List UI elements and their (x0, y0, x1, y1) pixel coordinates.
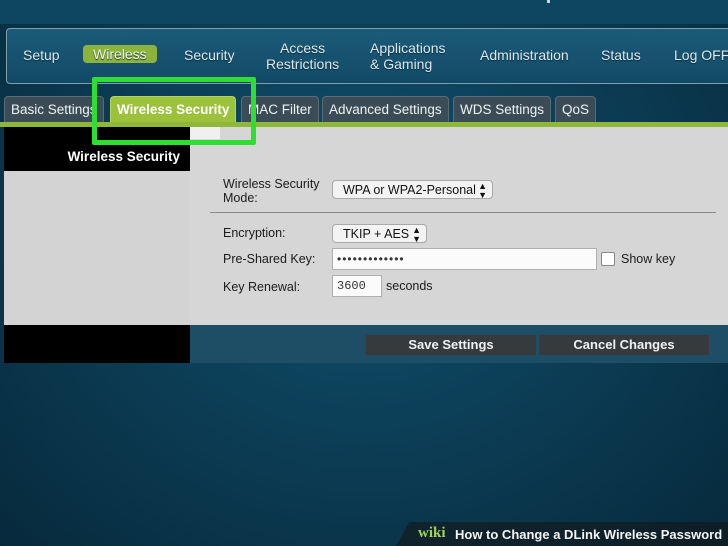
nav-access-restrictions[interactable]: Access Restrictions (266, 40, 339, 72)
cancel-changes-button[interactable]: Cancel Changes (539, 335, 709, 355)
psk-label: Pre-Shared Key: (223, 252, 316, 266)
tab-qos[interactable]: QoS (555, 96, 597, 122)
nav-security[interactable]: Security (184, 47, 235, 63)
security-mode-value: WPA or WPA2-Personal (343, 183, 476, 197)
tab-advanced-settings[interactable]: Advanced Settings (322, 96, 449, 122)
watermark-title: How to Change a DLink Wireless Password (455, 527, 723, 542)
key-renewal-label: Key Renewal: (223, 280, 301, 294)
select-arrows-icon: ▲ ▼ (478, 181, 487, 200)
tab-basic-settings[interactable]: Basic Settings (4, 96, 104, 122)
sidebar-header: Wireless Security (4, 145, 190, 169)
nav-status[interactable]: Status (601, 47, 641, 63)
main-nav: Setup Wireless Security Access Restricti… (6, 28, 728, 84)
security-mode-select[interactable]: WPA or WPA2-Personal ▲ ▼ (332, 180, 493, 200)
nav-log-off[interactable]: Log OFF (674, 47, 728, 63)
sidebar-title: Wireless Security (67, 149, 180, 164)
nav-administration[interactable]: Administration (480, 47, 569, 63)
encryption-value: TKIP + AES (343, 227, 410, 241)
save-settings-button[interactable]: Save Settings (366, 335, 536, 355)
top-bar (0, 0, 728, 24)
select-arrows-icon: ▲ ▼ (412, 225, 421, 244)
key-renewal-unit: seconds (386, 279, 433, 293)
key-renewal-input[interactable]: 3600 (332, 275, 382, 297)
encryption-label: Encryption: (223, 226, 286, 240)
show-key-label: Show key (621, 252, 676, 266)
tab-wds-settings[interactable]: WDS Settings (453, 96, 552, 122)
wiki-logo: wiki (418, 525, 446, 541)
nav-wireless[interactable]: Wireless (83, 45, 157, 63)
form-divider (210, 212, 716, 213)
nav-applications-gaming[interactable]: Applications & Gaming (370, 40, 446, 72)
psk-input[interactable]: ••••••••••••• (332, 248, 597, 270)
sidebar-body (4, 171, 190, 325)
show-key-checkbox[interactable] (601, 252, 615, 266)
top-bar-dot (547, 0, 550, 3)
nav-setup[interactable]: Setup (23, 47, 60, 63)
security-mode-label: Wireless Security Mode: (223, 177, 320, 205)
sidebar: Wireless Security (4, 127, 190, 363)
highlight-box (92, 77, 256, 145)
watermark: wiki How to Change a DLink Wireless Pass… (396, 522, 728, 546)
encryption-select[interactable]: TKIP + AES ▲ ▼ (332, 224, 427, 244)
